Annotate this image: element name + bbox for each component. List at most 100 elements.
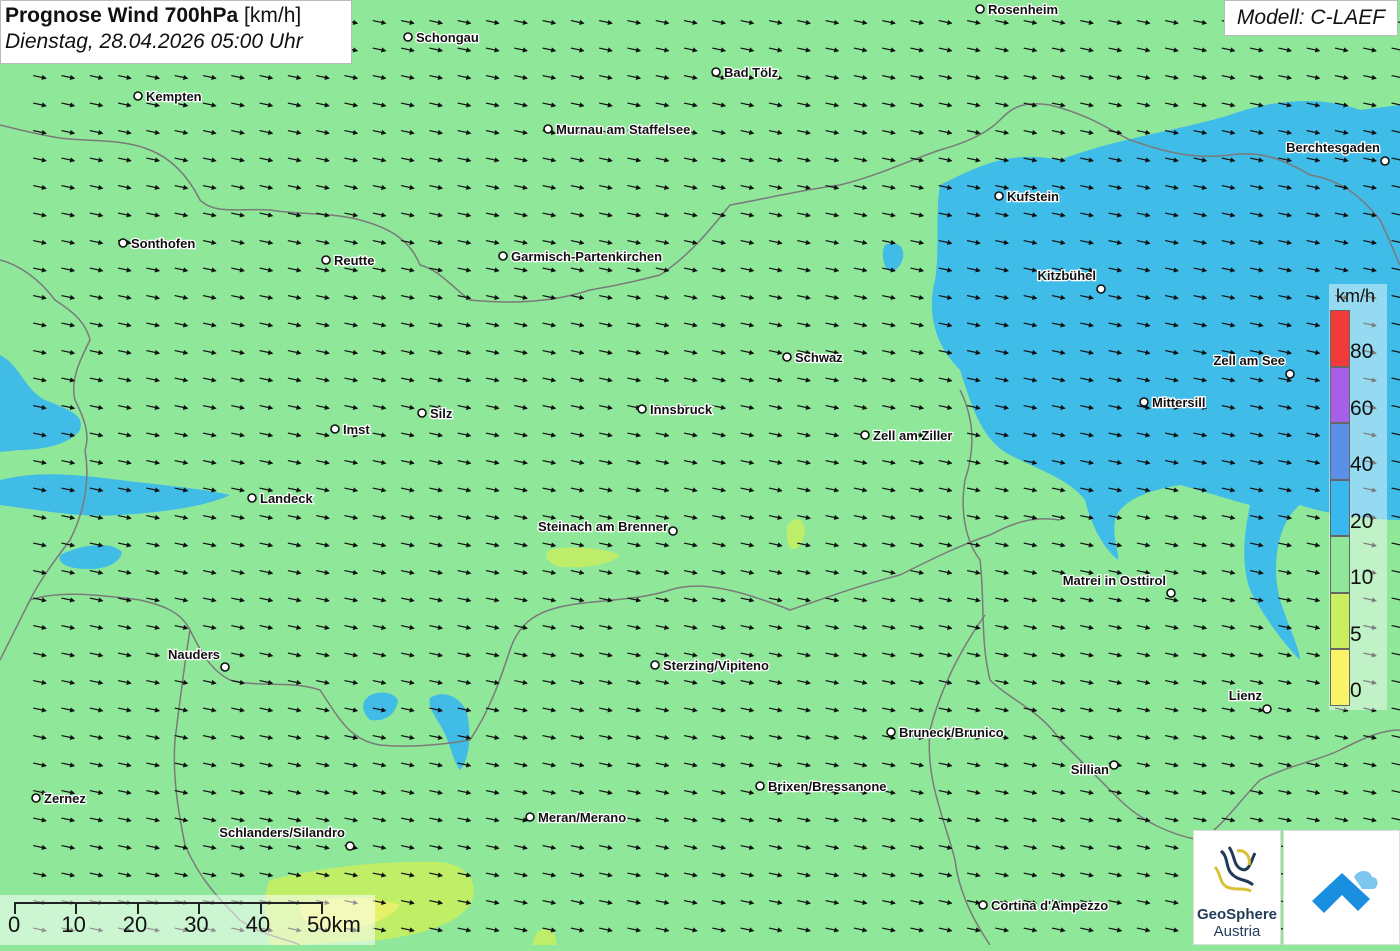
city-icon [133, 91, 143, 101]
geosphere-logo[interactable]: GeoSphere Austria [1193, 830, 1281, 945]
legend-swatch [1330, 536, 1350, 593]
city-label: Zernez [44, 791, 86, 806]
city-steinach-am-brenner[interactable]: Steinach am Brenner [537, 518, 678, 536]
town-icon [403, 32, 413, 42]
legend-label: 60 [1350, 396, 1374, 420]
scale-label: 20 [122, 912, 148, 937]
city-label: Sillian [1071, 762, 1109, 777]
town-icon [711, 67, 721, 77]
legend-label: 5 [1350, 622, 1362, 646]
city-rosenheim[interactable]: Rosenheim [975, 1, 1059, 18]
legend-color-bar [1330, 310, 1350, 706]
city-label: Meran/Merano [538, 810, 626, 825]
city-innsbruck[interactable]: Innsbruck [637, 401, 714, 418]
city-label: Silz [430, 406, 453, 421]
city-label: Rosenheim [988, 2, 1058, 17]
town-icon [1380, 156, 1390, 166]
city-label: Innsbruck [650, 402, 713, 417]
legend-label: 10 [1350, 566, 1374, 589]
legend-label: 80 [1350, 340, 1374, 363]
scale-label: 30 [184, 912, 209, 937]
town-icon [1166, 588, 1176, 598]
city-label: Schwaz [795, 350, 843, 365]
town-icon [543, 124, 553, 134]
city-label: Bad Tölz [724, 65, 779, 80]
city-schongau[interactable]: Schongau [403, 29, 480, 46]
city-brixen-bressanone[interactable]: Brixen/Bressanone [755, 778, 888, 795]
town-icon [1096, 284, 1106, 294]
city-label: Schongau [416, 30, 479, 45]
city-bruneck-brunico[interactable]: Bruneck/Brunico [886, 724, 1005, 741]
model-label: Modell: C-LAEF [1224, 0, 1398, 36]
city-label: Sterzing/Vipiteno [663, 658, 769, 673]
city-murnau-am-staffelsee[interactable]: Murnau am Staffelsee [543, 121, 692, 138]
city-label: Kempten [146, 89, 202, 104]
map-title-box: Prognose Wind 700hPa [km/h] Dienstag, 28… [0, 0, 352, 64]
city-label: Zell am Ziller [873, 428, 952, 443]
scale-label: 0 [8, 912, 21, 937]
town-icon [782, 352, 792, 362]
legend-swatch [1330, 366, 1350, 423]
town-icon [330, 424, 340, 434]
warning-app-logo[interactable] [1283, 830, 1400, 945]
scale-bar-line [14, 902, 321, 904]
geosphere-name: GeoSphere [1196, 906, 1278, 923]
town-icon [650, 660, 660, 670]
city-garmisch-partenkirchen[interactable]: Garmisch-Partenkirchen [498, 248, 663, 265]
city-label: Imst [343, 422, 370, 437]
city-zell-am-ziller[interactable]: Zell am Ziller [860, 427, 954, 444]
scale-label: 10 [61, 912, 86, 937]
city-meran-merano[interactable]: Meran/Merano [525, 809, 627, 826]
town-icon [755, 781, 765, 791]
city-label: Matrei in Osttirol [1063, 573, 1166, 588]
town-icon [860, 430, 870, 440]
city-label: Mittersill [1152, 395, 1205, 410]
town-icon [247, 493, 257, 503]
geosphere-swirl-icon [1213, 846, 1257, 893]
town-icon [498, 251, 508, 261]
legend-swatch [1330, 479, 1350, 536]
city-label: Bruneck/Brunico [899, 725, 1004, 740]
city-label: Steinach am Brenner [538, 519, 668, 534]
wind-map[interactable]: Rosenheim Schongau Bad Tölz Kempten Murnau a… [0, 0, 1400, 945]
town-icon [417, 408, 427, 418]
city-label: Garmisch-Partenkirchen [511, 249, 662, 264]
city-sterzing-vipiteno[interactable]: Sterzing/Vipiteno [650, 657, 770, 674]
map-title-unit: [km/h] [244, 4, 302, 27]
town-icon [525, 812, 535, 822]
city-label: Brixen/Bressanone [768, 779, 887, 794]
town-icon [978, 900, 988, 910]
city-label: Kufstein [1007, 189, 1059, 204]
town-icon [1262, 704, 1272, 714]
city-label: Nauders [168, 647, 220, 662]
city-cortina-d-ampezzo[interactable]: Cortina d'Ampezzo [978, 897, 1110, 914]
town-icon [668, 526, 678, 536]
city-label: Cortina d'Ampezzo [991, 898, 1108, 913]
map-title: Prognose Wind 700hPa [km/h] [5, 4, 347, 28]
city-label: Schlanders/Silandro [219, 825, 345, 840]
city-icon [637, 404, 647, 414]
town-icon [1139, 397, 1149, 407]
town-icon [886, 727, 896, 737]
city-label: Murnau am Staffelsee [556, 122, 690, 137]
city-label: Reutte [334, 253, 374, 268]
legend-swatch [1330, 423, 1350, 480]
legend-label: 0 [1350, 679, 1362, 702]
scale-label: 40 [245, 912, 271, 937]
city-sonthofen[interactable]: Sonthofen [118, 235, 197, 252]
city-label: Lienz [1229, 688, 1263, 703]
town-icon [975, 4, 985, 14]
forecast-datetime: Dienstag, 28.04.2026 05:00 Uhr [5, 30, 303, 53]
town-icon [220, 662, 230, 672]
legend-swatch [1330, 310, 1350, 367]
town-icon [31, 793, 41, 803]
geosphere-sub: Austria [1213, 923, 1261, 940]
legend-unit: km/h [1336, 286, 1376, 306]
city-label: Zell am See [1213, 353, 1285, 368]
app-arrow-icon [1312, 871, 1378, 913]
legend-label: 20 [1350, 509, 1374, 533]
legend-swatch [1330, 592, 1350, 649]
town-icon [118, 238, 128, 248]
city-label: Landeck [260, 491, 314, 506]
city-label: Berchtesgaden [1286, 140, 1380, 155]
